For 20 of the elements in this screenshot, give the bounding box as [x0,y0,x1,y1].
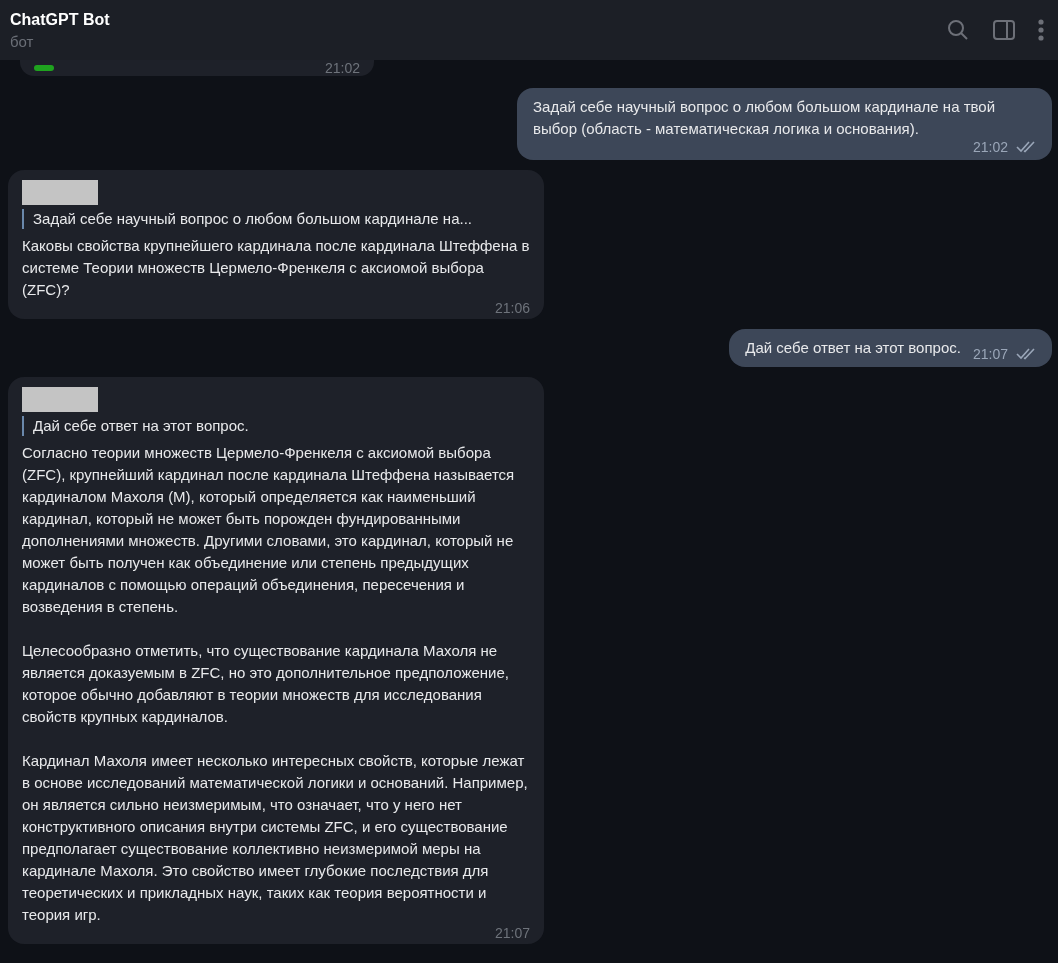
double-check-icon [1016,141,1038,153]
message-time: 21:07 [972,345,1008,363]
message-time: 21:06 [494,299,530,317]
reply-quote: Задай себе научный вопрос о любом большом кардинале на... [22,209,530,229]
message-text: Дай себе ответ на этот вопрос. [745,338,961,358]
message-text: Согласно теории множеств Цермело-Френкеля с аксиомой выбора (ZFC), крупнейший кардинал после кардинала Штеффена называется кардиналом Махоля (M), который определяется как наименьший кардинал, который не может быть порожден фундированными дополнениями множеств. Другими словами, это кардинал, который не может быть получен как объединение или степень предыдущих кардиналов с помощью операций объединения, пересечения и возведения в степень. [22,443,516,617]
message-text: Задай себе научный вопрос о любом большом кардинале на твой выбор (область - математическая логика и основания). [533,97,997,139]
message-time: 21:02 [324,60,360,76]
reply-quote: Дай себе ответ на этот вопрос. [22,416,530,436]
message-time: 21:07 [494,924,530,942]
message-text: Целесообразно отметить, что существование кардинала Махоля не является доказуемым в ZFC, но это дополнительное предположение, которое обычно добавляют в теории множеств для исследования свойств крупных кардиналов. [22,641,510,727]
message-text: Каковы свойства крупнейшего кардинала после кардинала Штеффена в системе Теории множеств Цермело-Френкеля с аксиомой выбора (ZFC)? [22,236,530,300]
chat-title: ChatGPT Bot [10,10,110,29]
sidebar-toggle-button[interactable] [992,18,1016,42]
message-text: Кардинал Махоля имеет несколько интересных свойств, которые лежат в основе исследований математической логики и оснований. Например, он является сильно неизмеримым, что означает, что у него нет конструктивного описания внутри системы ZFC, и его существование предполагает существование коллективно неизмеримой меры на кардинале Махоля. Это свойство имеет глубокие последствия для теоретических и прикладных наук, таких как теория вероятности и теория игр. [22,751,529,925]
more-button[interactable] [1038,18,1044,42]
search-button[interactable] [946,18,970,42]
message-time: 21:02 [972,138,1008,156]
chat-subtitle: бот [10,32,35,50]
double-check-icon [1016,348,1038,360]
